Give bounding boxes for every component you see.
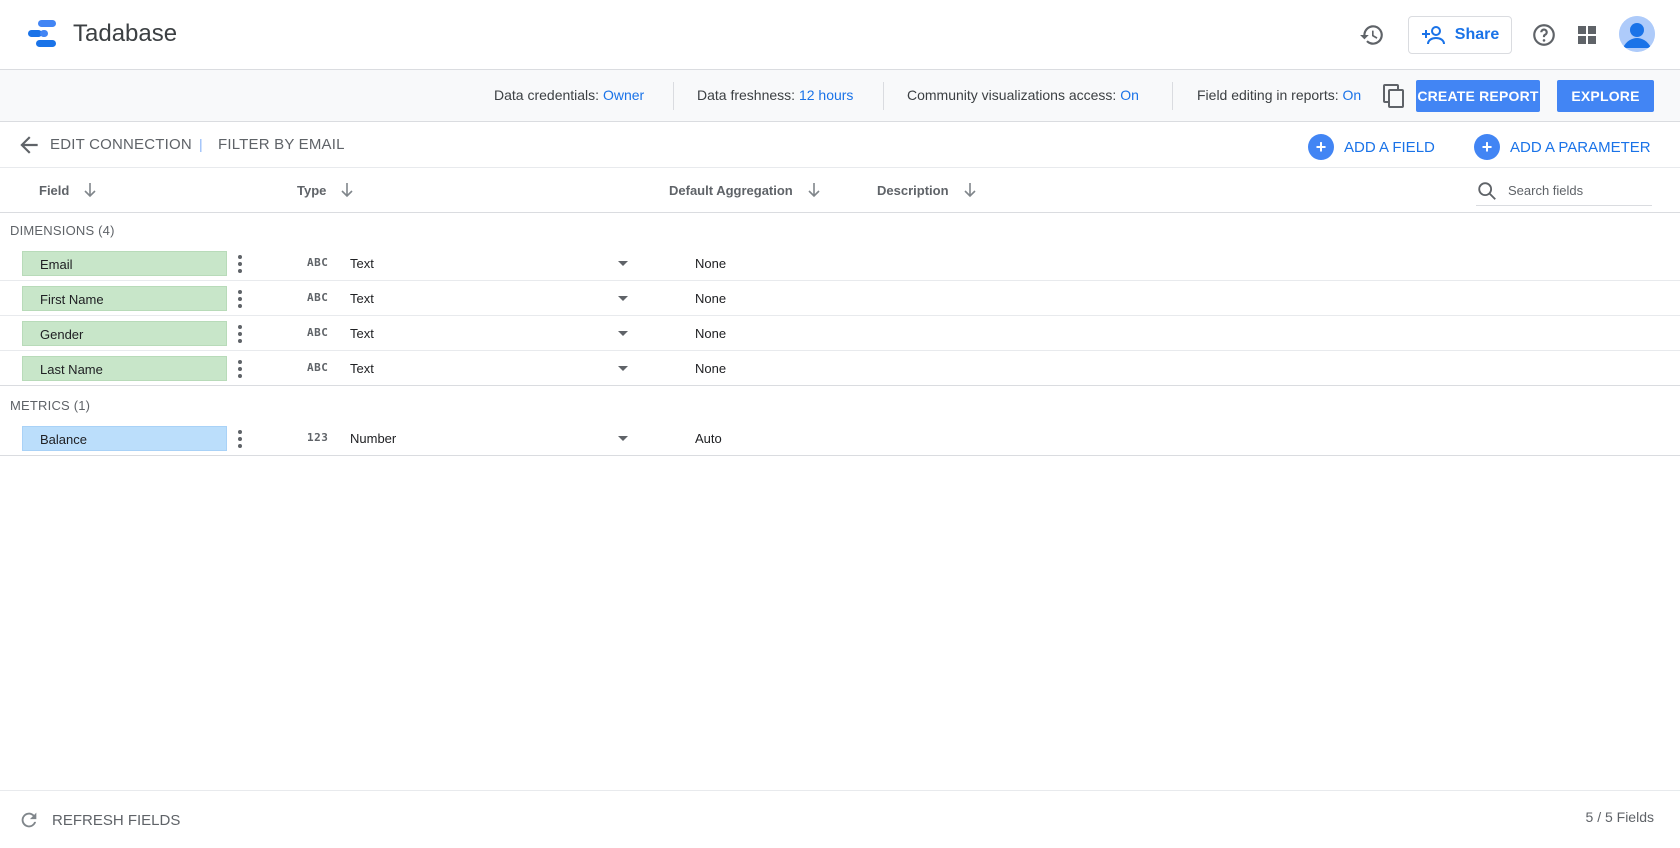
add-field-label: ADD A FIELD (1344, 138, 1435, 156)
data-freshness-value[interactable]: 12 hours (799, 87, 853, 103)
data-credentials-value[interactable]: Owner (603, 87, 644, 103)
table-row: Last Name ABC Text None (0, 351, 1680, 386)
data-freshness[interactable]: Data freshness: 12 hours (697, 87, 853, 103)
plus-icon: + (1308, 134, 1334, 160)
search-icon (1478, 181, 1496, 200)
text-type-icon: ABC (307, 326, 329, 339)
default-aggregation-value[interactable]: None (695, 291, 726, 306)
sort-arrow-down-icon (341, 183, 353, 198)
share-label: Share (1454, 26, 1500, 43)
field-editing-value[interactable]: On (1343, 87, 1362, 103)
explore-button[interactable]: EXPLORE (1557, 80, 1654, 112)
copy-icon[interactable] (1378, 80, 1410, 112)
edit-connection-link[interactable]: EDIT CONNECTION (50, 136, 192, 153)
type-dropdown[interactable]: Text (340, 286, 630, 311)
sort-arrow-down-icon (963, 183, 976, 198)
help-icon[interactable] (1528, 19, 1560, 51)
number-type-icon: 123 (307, 431, 329, 444)
account-avatar-icon[interactable] (1619, 16, 1655, 52)
table-row: Email ABC Text None (0, 246, 1680, 281)
chevron-down-icon (618, 331, 628, 336)
field-count: 5 / 5 Fields (1585, 809, 1654, 825)
default-aggregation-value[interactable]: None (695, 326, 726, 341)
app-title: Tadabase (73, 20, 178, 47)
top-bar: Tadabase Share (0, 0, 1680, 70)
refresh-fields-button[interactable]: REFRESH FIELDS (18, 809, 180, 831)
divider (1172, 82, 1173, 110)
tadabase-logo-icon (28, 20, 56, 47)
table-row: Gender ABC Text None (0, 316, 1680, 351)
table-row: First Name ABC Text None (0, 281, 1680, 316)
more-options-icon[interactable] (232, 251, 248, 276)
add-parameter-button[interactable]: + ADD A PARAMETER (1474, 134, 1651, 160)
chevron-down-icon (618, 436, 628, 441)
breadcrumb-separator: | (199, 136, 203, 152)
refresh-icon (21, 812, 37, 828)
fields-table-header: Field Type Default Aggregation Descripti… (0, 168, 1680, 213)
add-parameter-label: ADD A PARAMETER (1510, 138, 1651, 156)
chevron-down-icon (618, 296, 628, 301)
footer-bar: REFRESH FIELDS 5 / 5 Fields (0, 790, 1680, 848)
search-fields-input[interactable] (1508, 183, 1638, 198)
sort-arrow-down-icon (84, 183, 96, 198)
plus-icon: + (1474, 134, 1500, 160)
back-arrow-icon[interactable] (16, 132, 42, 158)
field-editing-in-reports[interactable]: Field editing in reports: On (1197, 87, 1361, 103)
more-options-icon[interactable] (232, 356, 248, 381)
column-header-description[interactable]: Description (877, 182, 977, 198)
column-header-type[interactable]: Type (297, 182, 354, 198)
table-row: Balance 123 Number Auto (0, 421, 1680, 456)
divider (673, 82, 674, 110)
text-type-icon: ABC (307, 291, 329, 304)
default-aggregation-value[interactable]: Auto (695, 431, 722, 446)
sort-arrow-down-icon (808, 183, 820, 198)
dimension-field-chip[interactable]: Last Name (22, 356, 227, 381)
share-button[interactable]: Share (1408, 16, 1512, 54)
more-options-icon[interactable] (232, 426, 248, 451)
metrics-section-label: METRICS (1) (10, 398, 91, 413)
text-type-icon: ABC (307, 361, 329, 374)
dimension-field-chip[interactable]: Email (22, 251, 227, 276)
search-fields (1476, 176, 1652, 206)
add-field-button[interactable]: + ADD A FIELD (1308, 134, 1435, 160)
column-header-default-aggregation[interactable]: Default Aggregation (669, 182, 821, 198)
data-source-name[interactable]: FILTER BY EMAIL (218, 136, 345, 153)
breadcrumb: EDIT CONNECTION | FILTER BY EMAIL + ADD … (0, 122, 1680, 168)
refresh-fields-label: REFRESH FIELDS (52, 811, 181, 829)
column-header-field[interactable]: Field (39, 182, 97, 198)
divider (883, 82, 884, 110)
dimension-field-chip[interactable]: First Name (22, 286, 227, 311)
data-source-settings-bar: Data credentials: Owner Data freshness: … (0, 70, 1680, 122)
dimension-field-chip[interactable]: Gender (22, 321, 227, 346)
type-dropdown[interactable]: Text (340, 251, 630, 276)
create-report-button[interactable]: CREATE REPORT (1416, 80, 1540, 112)
chevron-down-icon (618, 366, 628, 371)
type-dropdown[interactable]: Text (340, 321, 630, 346)
metric-field-chip[interactable]: Balance (22, 426, 227, 451)
default-aggregation-value[interactable]: None (695, 256, 726, 271)
default-aggregation-value[interactable]: None (695, 361, 726, 376)
more-options-icon[interactable] (232, 286, 248, 311)
apps-grid-icon[interactable] (1571, 19, 1603, 51)
share-person-icon (1421, 26, 1445, 45)
data-credentials[interactable]: Data credentials: Owner (494, 87, 644, 103)
history-icon[interactable] (1356, 19, 1388, 51)
community-visualizations-value[interactable]: On (1120, 87, 1139, 103)
type-dropdown[interactable]: Text (340, 356, 630, 381)
more-options-icon[interactable] (232, 321, 248, 346)
text-type-icon: ABC (307, 256, 329, 269)
type-dropdown[interactable]: Number (340, 426, 630, 451)
chevron-down-icon (618, 261, 628, 266)
dimensions-section-label: DIMENSIONS (4) (10, 223, 115, 238)
community-visualizations-access[interactable]: Community visualizations access: On (907, 87, 1139, 103)
